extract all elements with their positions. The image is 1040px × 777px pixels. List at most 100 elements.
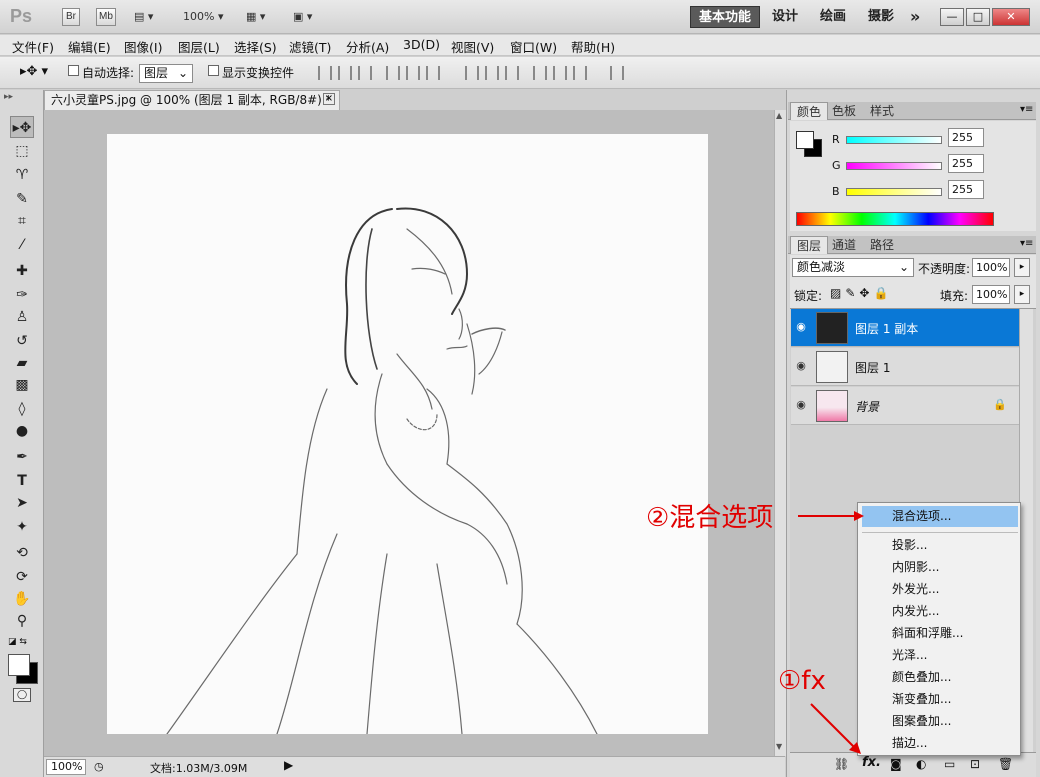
view-extras-icon[interactable]: ▤ ▾ xyxy=(134,10,153,23)
fill-arrow-icon[interactable]: ▸ xyxy=(1014,285,1030,304)
distribute-bottom-icon[interactable] xyxy=(505,66,519,80)
new-group-icon[interactable]: ▭ xyxy=(944,757,955,771)
move-tool-icon[interactable]: ▸✥ xyxy=(10,116,34,138)
zoom-tool-icon[interactable]: ⚲ xyxy=(10,610,34,632)
tab-channels[interactable]: 通道 xyxy=(826,236,862,254)
opacity-arrow-icon[interactable]: ▸ xyxy=(1014,258,1030,277)
auto-select-checkbox[interactable] xyxy=(68,65,79,79)
move-tool-preset-icon[interactable]: ▸✥ ▾ xyxy=(20,64,48,79)
marquee-tool-icon[interactable]: ⬚ xyxy=(10,140,34,162)
maximize-button[interactable]: □ xyxy=(966,8,990,26)
tab-swatches[interactable]: 色板 xyxy=(826,102,862,120)
color-spectrum-ramp[interactable] xyxy=(796,212,994,226)
show-transform-checkbox[interactable] xyxy=(208,65,219,79)
workspace-essentials[interactable]: 基本功能 xyxy=(690,6,761,28)
path-selection-tool-icon[interactable]: ➤ xyxy=(10,492,34,514)
lock-icons[interactable]: ▨✎✥🔒 xyxy=(830,286,892,300)
history-brush-tool-icon[interactable]: ↺ xyxy=(10,330,34,352)
vertical-scrollbar[interactable]: ▲ ▼ xyxy=(774,110,786,756)
distribute-vcenter-icon[interactable] xyxy=(485,66,499,80)
brush-tool-icon[interactable]: ✑ xyxy=(10,284,34,306)
scroll-down-icon[interactable]: ▼ xyxy=(776,742,782,751)
quick-selection-tool-icon[interactable]: ✎ xyxy=(10,188,34,210)
3d-orbit-tool-icon[interactable]: ⟳ xyxy=(10,566,34,588)
screen-mode-icon[interactable]: ▣ ▾ xyxy=(293,10,312,23)
close-window-button[interactable]: ✕ xyxy=(992,8,1030,26)
opacity-value[interactable]: 100% xyxy=(972,258,1010,277)
menu-item-gradient-overlay[interactable]: 渐变叠加... xyxy=(862,689,1018,710)
menu-item-pattern-overlay[interactable]: 图案叠加... xyxy=(862,711,1018,732)
adjustment-layer-icon[interactable]: ◐ xyxy=(916,757,926,771)
status-zoom-field[interactable]: 100% xyxy=(46,759,86,775)
menu-item-outer-glow[interactable]: 外发光... xyxy=(862,579,1018,600)
layer-row-copy[interactable]: ◉ 图层 1 副本 xyxy=(791,309,1019,347)
blur-tool-icon[interactable]: ◊ xyxy=(10,398,34,420)
menu-item-stroke[interactable]: 描边... xyxy=(862,733,1018,754)
image-canvas[interactable] xyxy=(107,134,708,735)
workspace-design[interactable]: 设计 xyxy=(764,6,806,28)
dodge-tool-icon[interactable]: ● xyxy=(10,420,34,442)
default-colors-icon[interactable]: ◪ ⇆ xyxy=(8,637,27,647)
quick-mask-icon[interactable]: ◯ xyxy=(13,688,31,702)
link-layers-icon[interactable]: ⛓ xyxy=(834,757,849,771)
document-tab[interactable]: 六小灵童PS.jpg @ 100% (图层 1 副本, RGB/8#) * × xyxy=(44,90,340,110)
menu-image[interactable]: 图像(I) xyxy=(124,37,162,56)
eraser-tool-icon[interactable]: ▰ xyxy=(10,352,34,374)
channel-g-value[interactable]: 255 xyxy=(948,154,984,173)
menu-item-drop-shadow[interactable]: 投影... xyxy=(862,535,1018,556)
tab-layers[interactable]: 图层 xyxy=(790,236,829,254)
type-tool-icon[interactable]: T xyxy=(10,470,34,492)
menu-file[interactable]: 文件(F) xyxy=(12,37,54,56)
channel-r-value[interactable]: 255 xyxy=(948,128,984,147)
minimize-button[interactable]: — xyxy=(940,8,964,26)
channel-b-value[interactable]: 255 xyxy=(948,180,984,199)
add-mask-icon[interactable]: ◙ xyxy=(890,757,902,771)
eye-icon[interactable]: ◉ xyxy=(794,320,808,334)
more-workspaces-button[interactable]: » xyxy=(902,6,928,28)
menu-layer[interactable]: 图层(L) xyxy=(178,37,220,56)
status-clock-icon[interactable]: ◷ xyxy=(94,760,104,773)
eye-icon[interactable]: ◉ xyxy=(794,398,808,412)
arrange-documents-icon[interactable]: ▦ ▾ xyxy=(246,10,265,23)
healing-brush-tool-icon[interactable]: ✚ xyxy=(10,260,34,282)
tab-paths[interactable]: 路径 xyxy=(864,236,900,254)
eyedropper-tool-icon[interactable]: ⁄ xyxy=(10,234,34,256)
gradient-tool-icon[interactable]: ▩ xyxy=(10,374,34,396)
align-bottom-icon[interactable] xyxy=(358,66,372,80)
menu-3d[interactable]: 3D(D) xyxy=(403,37,440,52)
workspace-photography[interactable]: 摄影 xyxy=(860,6,902,28)
zoom-level[interactable]: 100% xyxy=(183,10,214,23)
menu-item-inner-shadow[interactable]: 内阴影... xyxy=(862,557,1018,578)
distribute-top-icon[interactable] xyxy=(465,66,479,80)
align-right-icon[interactable] xyxy=(426,66,440,80)
panel-menu-icon[interactable]: ▾≡ xyxy=(1020,104,1033,115)
status-menu-arrow-icon[interactable]: ▶ xyxy=(284,758,293,772)
clone-stamp-tool-icon[interactable]: ♙ xyxy=(10,306,34,328)
new-layer-icon[interactable]: ⊡ xyxy=(970,757,980,771)
align-vcenter-icon[interactable] xyxy=(338,66,352,80)
menu-item-inner-glow[interactable]: 内发光... xyxy=(862,601,1018,622)
menu-select[interactable]: 选择(S) xyxy=(234,37,277,56)
align-top-icon[interactable] xyxy=(318,66,332,80)
layer-row-background[interactable]: ◉ 背景 🔒 xyxy=(791,387,1019,425)
auto-select-dropdown[interactable]: 图层 ⌄ xyxy=(139,64,193,83)
menu-analysis[interactable]: 分析(A) xyxy=(346,37,389,56)
lasso-tool-icon[interactable]: ♈ xyxy=(10,164,34,186)
auto-align-icon[interactable] xyxy=(610,66,624,80)
fill-value[interactable]: 100% xyxy=(972,285,1010,304)
3d-rotate-tool-icon[interactable]: ⟲ xyxy=(10,542,34,564)
menu-item-bevel-emboss[interactable]: 斜面和浮雕... xyxy=(862,623,1018,644)
menu-edit[interactable]: 编辑(E) xyxy=(68,37,111,56)
zoom-dropdown-icon[interactable]: ▾ xyxy=(218,10,224,23)
hand-tool-icon[interactable]: ✋ xyxy=(10,588,34,610)
shape-tool-icon[interactable]: ✦ xyxy=(10,516,34,538)
menu-item-satin[interactable]: 光泽... xyxy=(862,645,1018,666)
workspace-painting[interactable]: 绘画 xyxy=(812,6,854,28)
bridge-button[interactable]: Br xyxy=(62,8,80,26)
scroll-up-icon[interactable]: ▲ xyxy=(776,111,782,120)
trash-icon[interactable]: 🗑 xyxy=(998,757,1013,771)
menu-help[interactable]: 帮助(H) xyxy=(571,37,615,56)
crop-tool-icon[interactable]: ⌗ xyxy=(10,210,34,232)
tab-styles[interactable]: 样式 xyxy=(864,102,900,120)
menu-filter[interactable]: 滤镜(T) xyxy=(289,37,331,56)
